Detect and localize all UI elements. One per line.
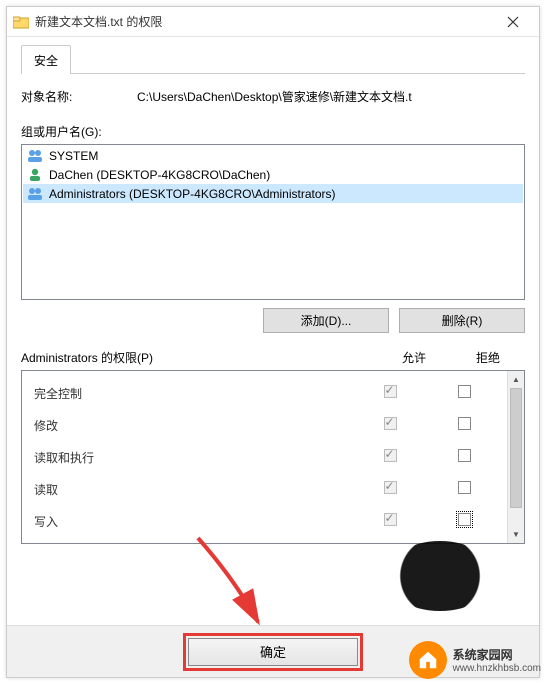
permissions-title: Administrators 的权限(P) <box>21 349 377 366</box>
scrollbar-track[interactable] <box>508 508 524 526</box>
deny-column-header: 拒绝 <box>451 349 525 366</box>
permission-row: 读取和执行 <box>28 441 501 473</box>
object-name-value: C:\Users\DaChen\Desktop\管家速修\新建文本文档.t <box>137 88 525 105</box>
allow-checkbox[interactable] <box>384 385 397 398</box>
add-button[interactable]: 添加(D)... <box>263 308 389 333</box>
group-buttons: 添加(D)... 删除(R) <box>21 308 525 333</box>
folder-icon <box>13 14 29 30</box>
permissions-box: 完全控制修改读取和执行读取写入 ▲ ▼ <box>21 370 525 544</box>
permission-name: 读取 <box>28 481 353 498</box>
scroll-down-icon[interactable]: ▼ <box>508 526 524 543</box>
close-button[interactable] <box>491 7 535 37</box>
allow-checkbox[interactable] <box>384 481 397 494</box>
allow-checkbox[interactable] <box>384 417 397 430</box>
deny-checkbox[interactable] <box>458 449 471 462</box>
list-item-label: Administrators (DESKTOP-4KG8CRO\Administ… <box>49 187 336 201</box>
groups-label: 组或用户名(G): <box>21 123 525 140</box>
list-item[interactable]: Administrators (DESKTOP-4KG8CRO\Administ… <box>23 184 523 203</box>
allow-checkbox[interactable] <box>384 513 397 526</box>
permission-name: 读取和执行 <box>28 449 353 466</box>
groups-listbox[interactable]: SYSTEM DaChen (DESKTOP-4KG8CRO\DaChen) Adm… <box>21 144 525 300</box>
object-name-label: 对象名称: <box>21 88 137 105</box>
permission-name: 修改 <box>28 417 353 434</box>
permissions-dialog: 新建文本文档.txt 的权限 安全 对象名称: C:\Users\DaChen\… <box>6 6 540 678</box>
deny-checkbox[interactable] <box>458 417 471 430</box>
permissions-rows: 完全控制修改读取和执行读取写入 <box>22 371 507 543</box>
list-item[interactable]: DaChen (DESKTOP-4KG8CRO\DaChen) <box>23 165 523 184</box>
deny-checkbox[interactable] <box>458 513 471 526</box>
permission-row: 修改 <box>28 409 501 441</box>
tab-security[interactable]: 安全 <box>21 45 71 74</box>
permission-row: 完全控制 <box>28 377 501 409</box>
users-group-icon <box>27 186 43 202</box>
allow-checkbox[interactable] <box>384 449 397 462</box>
scroll-up-icon[interactable]: ▲ <box>508 371 524 388</box>
permission-name: 写入 <box>28 513 353 530</box>
window-title: 新建文本文档.txt 的权限 <box>35 13 491 30</box>
ok-button[interactable]: 确定 <box>188 638 358 666</box>
permissions-scrollbar[interactable]: ▲ ▼ <box>507 371 524 543</box>
scrollbar-thumb[interactable] <box>510 388 522 508</box>
permission-name: 完全控制 <box>28 385 353 402</box>
permissions-header: Administrators 的权限(P) 允许 拒绝 <box>21 349 525 366</box>
list-item[interactable]: SYSTEM <box>23 146 523 165</box>
deny-checkbox[interactable] <box>458 385 471 398</box>
list-item-label: SYSTEM <box>49 149 98 163</box>
user-icon <box>27 167 43 183</box>
list-item-label: DaChen (DESKTOP-4KG8CRO\DaChen) <box>49 168 270 182</box>
tab-strip: 安全 <box>21 45 525 74</box>
allow-column-header: 允许 <box>377 349 451 366</box>
users-group-icon <box>27 148 43 164</box>
dialog-body: 安全 对象名称: C:\Users\DaChen\Desktop\管家速修\新建… <box>7 37 539 558</box>
remove-button[interactable]: 删除(R) <box>399 308 525 333</box>
titlebar: 新建文本文档.txt 的权限 <box>7 7 539 37</box>
object-name-row: 对象名称: C:\Users\DaChen\Desktop\管家速修\新建文本文… <box>21 88 525 105</box>
permission-row: 读取 <box>28 473 501 505</box>
dialog-footer: 确定 <box>7 625 539 677</box>
deny-checkbox[interactable] <box>458 481 471 494</box>
permission-row: 写入 <box>28 505 501 537</box>
